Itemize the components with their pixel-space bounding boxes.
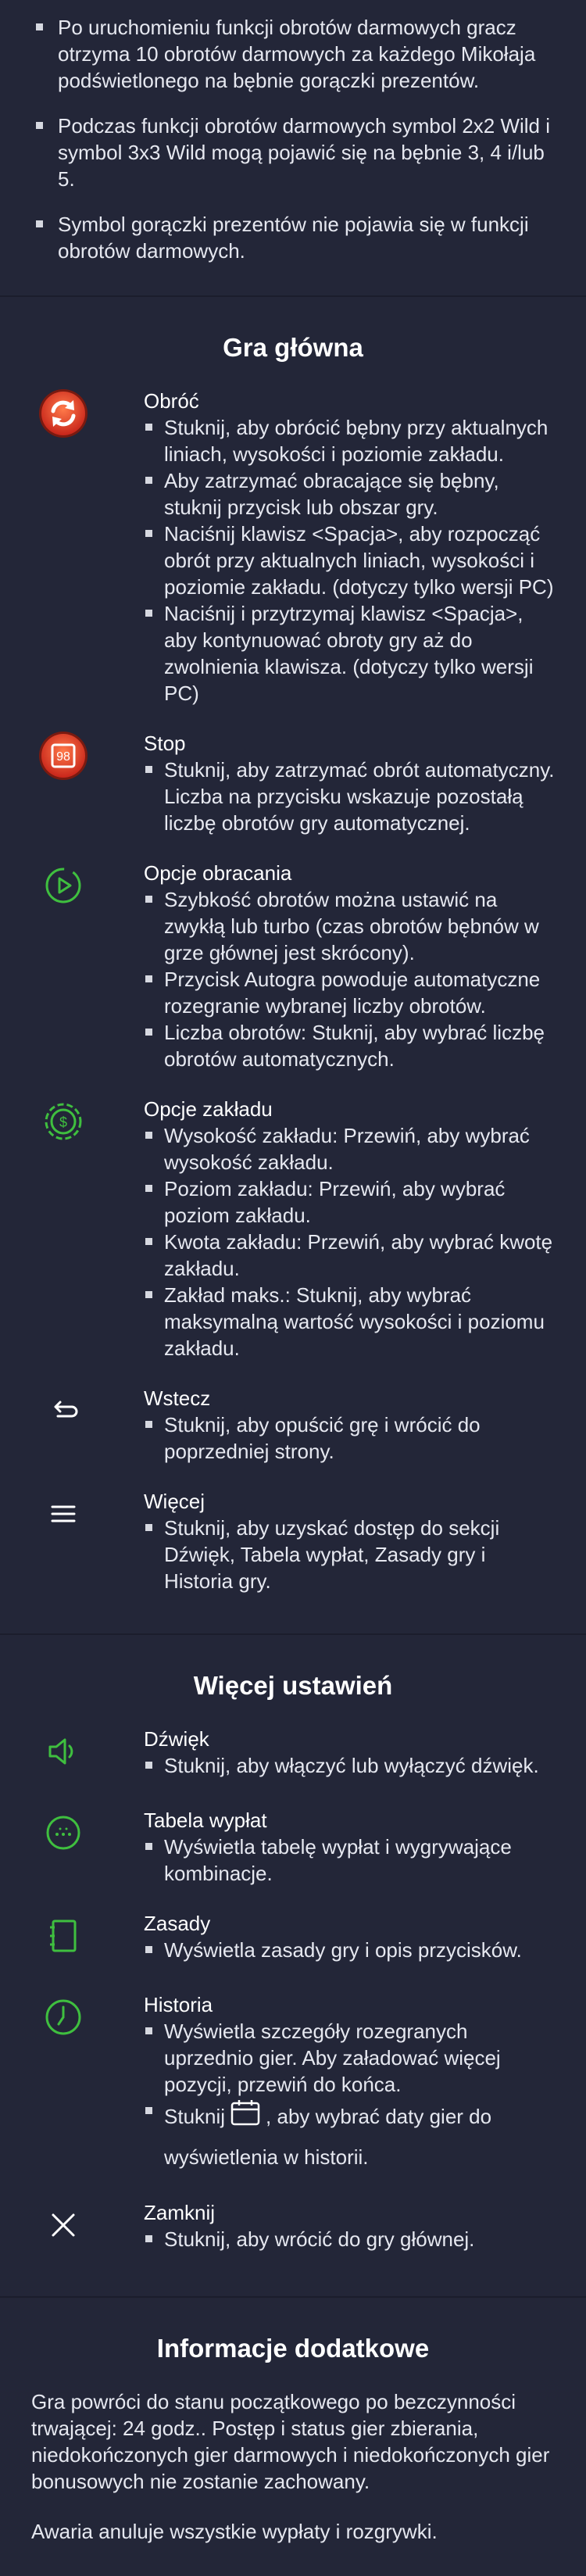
more-desc: Stuknij, aby uzyskać dostęp do sekcji Dź… — [144, 1515, 555, 1594]
bet-options-icon: $ — [38, 1096, 89, 1154]
history-calendar-desc: Stuknij, aby wybrać daty gier do wyświet… — [144, 2098, 555, 2176]
spin-icon — [38, 388, 89, 445]
sound-title: Dźwięk — [144, 1727, 209, 1751]
paytable-desc: Wyświetla tabelę wypłat i wygrywające ko… — [144, 1834, 555, 1887]
additional-info-paragraph: Gra powróci do stanu początkowego po bez… — [31, 2389, 550, 2493]
stop-row: 98 Stop Stuknij, aby zatrzymać obrót aut… — [31, 730, 555, 836]
spin-options-icon — [38, 860, 89, 918]
menu-icon — [38, 1488, 89, 1546]
additional-info-title: Informacje dodatkowe — [156, 2333, 430, 2363]
rules-desc: Wyświetla zasady gry i opis przycisków. — [144, 1937, 555, 1963]
stop-icon: 98 — [38, 730, 89, 788]
history-desc: Wyświetla szczegóły rozegranych uprzedni… — [144, 2018, 555, 2098]
spin-options-title: Opcje obracania — [144, 861, 292, 885]
additional-info-section: Informacje dodatkowe Gra powróci do stan… — [0, 2298, 586, 2576]
spin-options-row: Opcje obracania Szybkość obrotów można u… — [31, 860, 555, 1072]
rules-title: Zasady — [144, 1912, 211, 1935]
additional-info-paragraph: Awaria anuluje wszystkie wypłaty i rozgr… — [31, 2519, 438, 2543]
svg-text:$: $ — [59, 1114, 67, 1130]
bet-options-desc: Wysokość zakładu: Przewiń, aby wybrać wy… — [144, 1122, 555, 1175]
sound-desc: Stuknij, aby włączyć lub wyłączyć dźwięk… — [144, 1752, 555, 1779]
history-row: Historia Wyświetla szczegóły rozegranych… — [31, 1991, 555, 2176]
history-calendar-text-before: Stuknij — [164, 2105, 226, 2128]
more-row: Więcej Stuknij, aby uzyskać dostęp do se… — [31, 1488, 555, 1594]
back-title: Wstecz — [144, 1386, 211, 1410]
spin-desc: Stuknij, aby obrócić bębny przy aktualny… — [144, 414, 555, 467]
more-title: Więcej — [144, 1490, 205, 1513]
stop-icon-count: 98 — [56, 750, 70, 764]
close-desc: Stuknij, aby wrócić do gry głównej. — [144, 2226, 555, 2252]
bet-options-title: Opcje zakładu — [144, 1097, 273, 1121]
rules-icon — [38, 1910, 89, 1968]
more-settings-title: Więcej ustawień — [193, 1671, 393, 1700]
back-row: Wstecz Stuknij, aby opuścić grę i wrócić… — [31, 1385, 555, 1465]
sound-row: Dźwięk Stuknij, aby włączyć lub wyłączyć… — [31, 1726, 555, 1784]
paytable-row: Tabela wypłat Wyświetla tabelę wypłat i … — [31, 1807, 555, 1887]
spin-desc: Aby zatrzymać obracające się bębny, stuk… — [144, 467, 555, 521]
spin-options-desc: Liczba obrotów: Stuknij, aby wybrać licz… — [144, 1019, 555, 1072]
rule-item: Podczas funkcji obrotów darmowych symbol… — [31, 113, 555, 192]
sound-icon — [38, 1726, 89, 1784]
history-icon — [38, 1991, 89, 2049]
spin-desc: Naciśnij klawisz <Spacja>, aby rozpocząć… — [144, 521, 555, 600]
close-row: Zamknij Stuknij, aby wrócić do gry główn… — [31, 2199, 555, 2257]
spin-desc: Naciśnij i przytrzymaj klawisz <Spacja>,… — [144, 600, 555, 707]
calendar-icon — [230, 2098, 261, 2138]
free-spins-rules-list: Po uruchomieniu funkcji obrotów darmowyc… — [31, 0, 555, 295]
history-title: Historia — [144, 1993, 213, 2016]
spin-title: Obróć — [144, 389, 199, 413]
spin-row: Obróć Stuknij, aby obrócić bębny przy ak… — [31, 388, 555, 707]
paytable-icon — [38, 1807, 89, 1865]
more-settings-section: Więcej ustawień Dźwięk Stuknij, aby włąc… — [0, 1635, 586, 2298]
free-spins-rules-section: Po uruchomieniu funkcji obrotów darmowyc… — [0, 0, 586, 297]
main-game-section: Gra główna Obróć Stuknij, aby obrócić bę… — [0, 297, 586, 1635]
close-icon — [38, 2199, 89, 2257]
paytable-title: Tabela wypłat — [144, 1809, 267, 1832]
back-icon — [38, 1385, 89, 1443]
spin-options-desc: Szybkość obrotów można ustawić na zwykłą… — [144, 886, 555, 966]
main-game-title: Gra główna — [223, 333, 363, 362]
spin-options-desc: Przycisk Autogra powoduje automatyczne r… — [144, 966, 555, 1019]
rule-item: Po uruchomieniu funkcji obrotów darmowyc… — [31, 14, 555, 94]
close-title: Zamknij — [144, 2200, 216, 2224]
stop-title: Stop — [144, 732, 186, 755]
bet-options-row: $ Opcje zakładu Wysokość zakładu: Przewi… — [31, 1096, 555, 1361]
stop-desc: Stuknij, aby zatrzymać obrót automatyczn… — [144, 757, 555, 836]
bet-options-desc: Poziom zakładu: Przewiń, aby wybrać pozi… — [144, 1175, 555, 1229]
bet-options-desc: Zakład maks.: Stuknij, aby wybrać maksym… — [144, 1282, 555, 1361]
rules-row: Zasady Wyświetla zasady gry i opis przyc… — [31, 1910, 555, 1968]
back-desc: Stuknij, aby opuścić grę i wrócić do pop… — [144, 1411, 555, 1465]
rule-item: Symbol gorączki prezentów nie pojawia si… — [31, 211, 555, 264]
bet-options-desc: Kwota zakładu: Przewiń, aby wybrać kwotę… — [144, 1229, 555, 1282]
